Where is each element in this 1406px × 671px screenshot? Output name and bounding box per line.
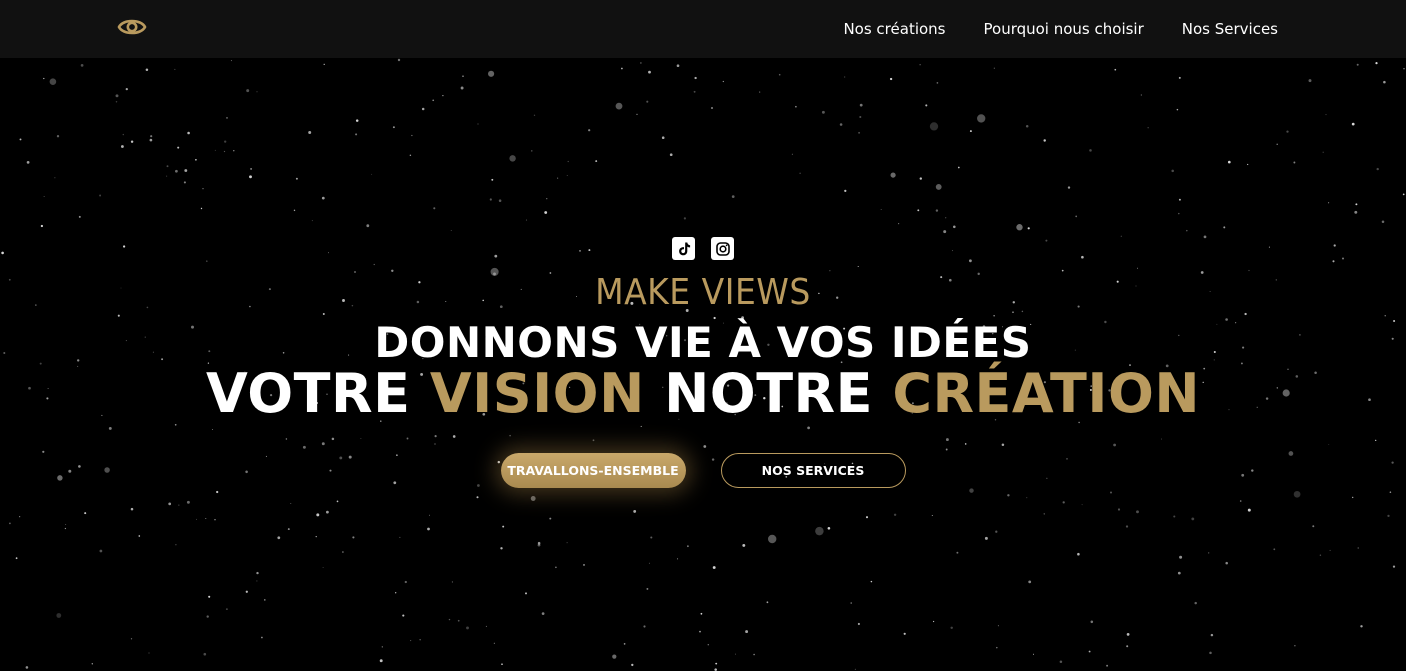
headline: VOTRE VISION NOTRE CRÉATION: [0, 362, 1406, 425]
headline-word-vision: VISION: [429, 362, 645, 425]
hero-section: MAKE VIEWS DONNONS VIE À VOS IDÉES VOTRE…: [0, 0, 1406, 671]
eye-icon[interactable]: [117, 16, 147, 38]
nav-link-nos-services[interactable]: Nos Services: [1182, 20, 1278, 38]
nav-link-pourquoi-nous-choisir[interactable]: Pourquoi nous choisir: [984, 20, 1144, 38]
tiktok-icon[interactable]: [672, 237, 695, 260]
brand-name: MAKE VIEWS: [595, 270, 811, 313]
headline-word-votre: VOTRE: [205, 362, 411, 425]
nav-link-nos-creations[interactable]: Nos créations: [843, 20, 945, 38]
navbar: Nos créations Pourquoi nous choisir Nos …: [0, 0, 1406, 58]
travaillons-ensemble-button[interactable]: TRAVALLONS-ENSEMBLE: [500, 453, 686, 488]
landing-page: Nos créations Pourquoi nous choisir Nos …: [0, 0, 1406, 671]
cta-buttons: TRAVALLONS-ENSEMBLE NOS SERVICES: [0, 453, 1406, 488]
nos-services-button[interactable]: NOS SERVICES: [720, 453, 906, 488]
nav-menu: Nos créations Pourquoi nous choisir Nos …: [843, 0, 1278, 58]
headline-word-notre: NOTRE: [664, 362, 873, 425]
tagline: DONNONS VIE À VOS IDÉES: [374, 318, 1032, 367]
instagram-icon[interactable]: [711, 237, 734, 260]
headline-word-creation: CRÉATION: [892, 362, 1201, 425]
social-links: [0, 237, 1406, 260]
